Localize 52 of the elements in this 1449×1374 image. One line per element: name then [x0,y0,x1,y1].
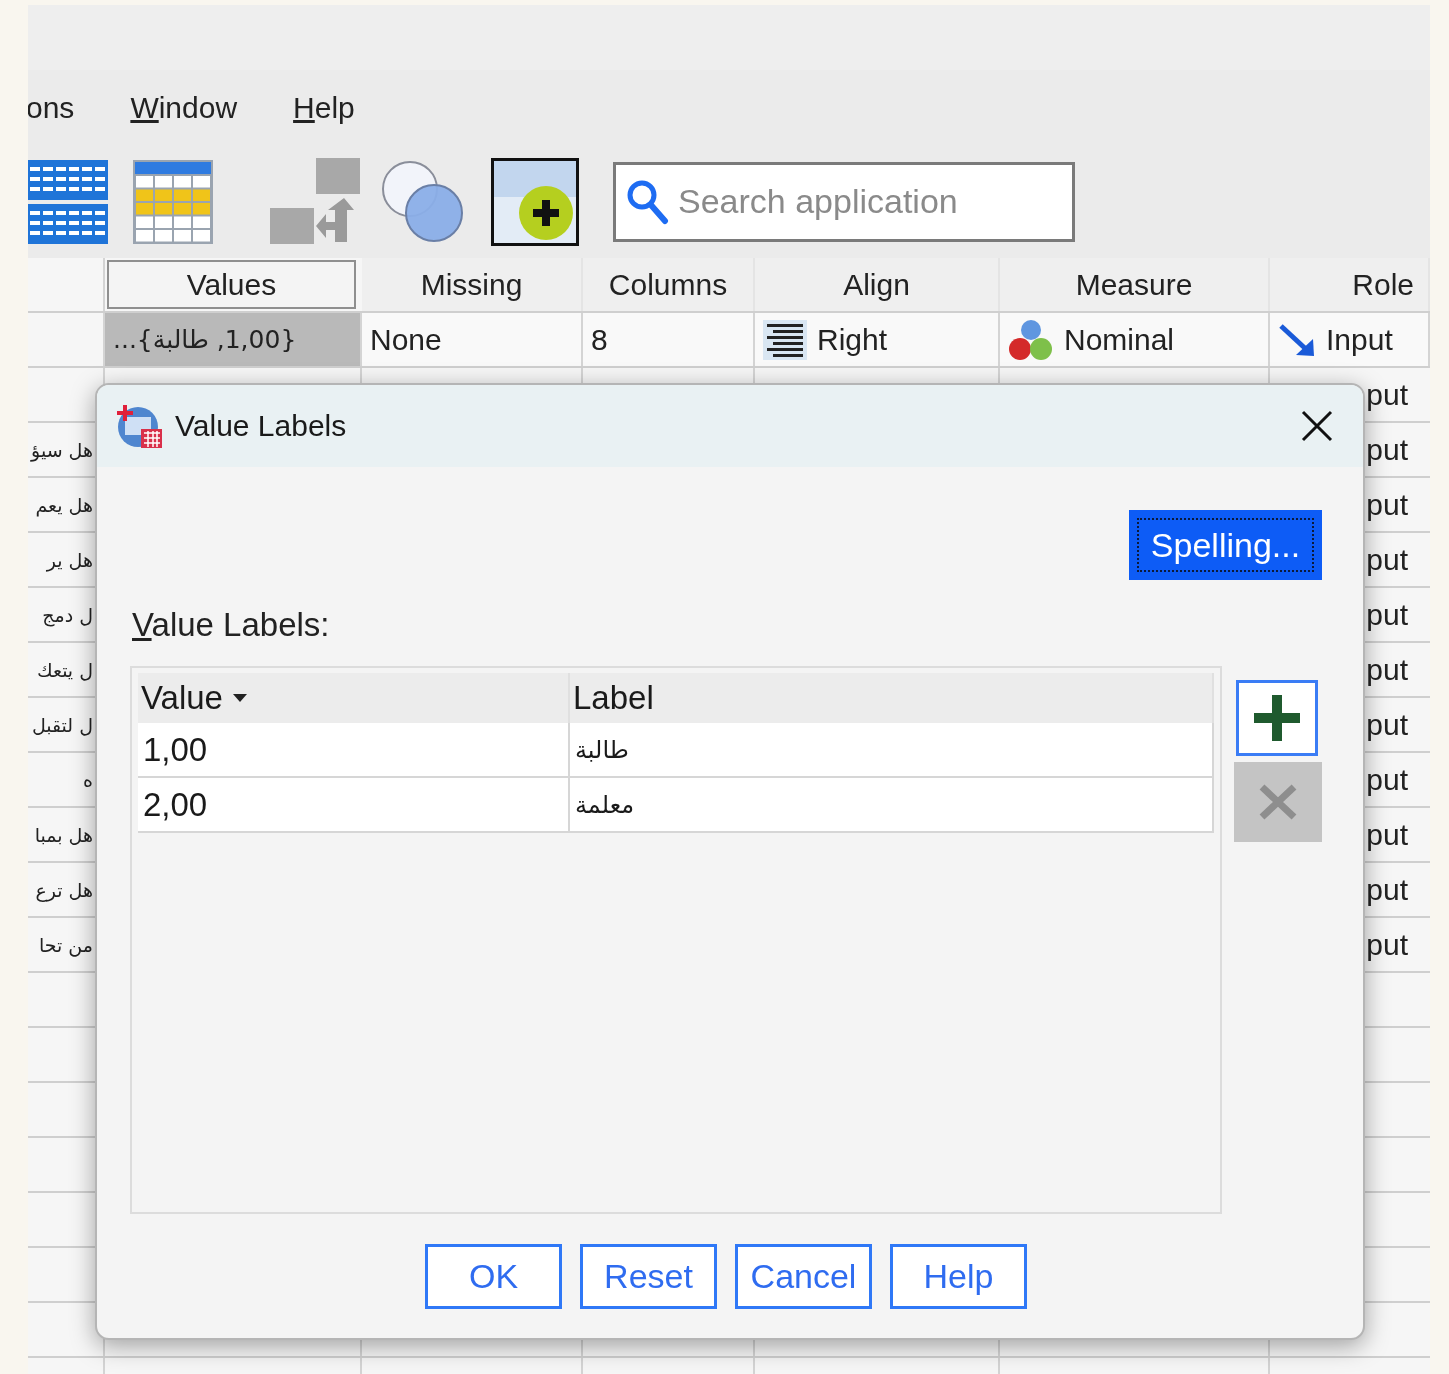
close-icon [1258,784,1298,820]
column-header[interactable]: Align [755,258,1000,311]
arrow-icon [1278,322,1316,357]
role-text: put [1366,927,1408,962]
table-cell[interactable]: معلمة [570,778,1214,831]
role-text: put [1366,377,1408,412]
search-field[interactable]: Search application [613,161,1075,242]
role-text: put [1366,487,1408,522]
column-header[interactable]: Role [1270,258,1430,311]
role-text: put [1366,817,1408,852]
role-text: put [1366,762,1408,797]
plus-icon [1254,695,1300,741]
menu-item[interactable]: Help [293,90,355,125]
data-view-icon[interactable] [28,159,108,244]
role-text: put [1366,872,1408,907]
nominal-icon [1008,318,1054,361]
image-add-icon[interactable] [491,157,579,246]
column-header[interactable]: Measure [1000,258,1270,311]
role-text: put [1366,707,1408,742]
align-right-icon [763,319,807,360]
dialog-title: Value Labels [175,409,348,443]
column-header[interactable]: Values [107,260,356,309]
swap-icon[interactable] [270,157,360,246]
cell-text: 8 [591,322,608,357]
role-text: put [1366,652,1408,687]
add-button[interactable] [1236,680,1318,756]
cell-text: Input [1326,322,1393,357]
table-cell[interactable]: طالبة [570,723,1214,776]
role-text: put [1366,597,1408,632]
dialog-button[interactable]: Reset [580,1244,717,1309]
dialog-button[interactable]: OK [425,1244,562,1309]
cell-text: None [370,322,442,357]
table-icon[interactable] [133,159,213,244]
dialog-button[interactable]: Help [890,1244,1027,1309]
role-text: put [1366,432,1408,467]
menu-item[interactable]: Window [130,90,238,125]
column-header[interactable]: Columns [583,258,755,311]
dataset-icon [117,403,163,449]
role-text: put [1366,542,1408,577]
close-icon [1301,410,1333,442]
table-cell[interactable]: {1,00, طالبة}... [105,313,362,366]
list-label: Value Labels: [132,606,330,644]
spelling-button[interactable]: Spelling... [1129,510,1322,580]
table-cell[interactable]: 2,00 [138,778,570,831]
column-header[interactable]: Missing [362,258,583,311]
dialog-button[interactable]: Cancel [735,1244,872,1309]
cell-text: {1,00, طالبة}... [113,325,297,354]
sort-caret-icon [232,694,247,702]
cell-text: Right [817,322,888,357]
table-cell[interactable]: 1,00 [138,723,570,776]
menu-item[interactable]: ons [28,90,75,125]
cell-text: Nominal [1064,322,1175,357]
